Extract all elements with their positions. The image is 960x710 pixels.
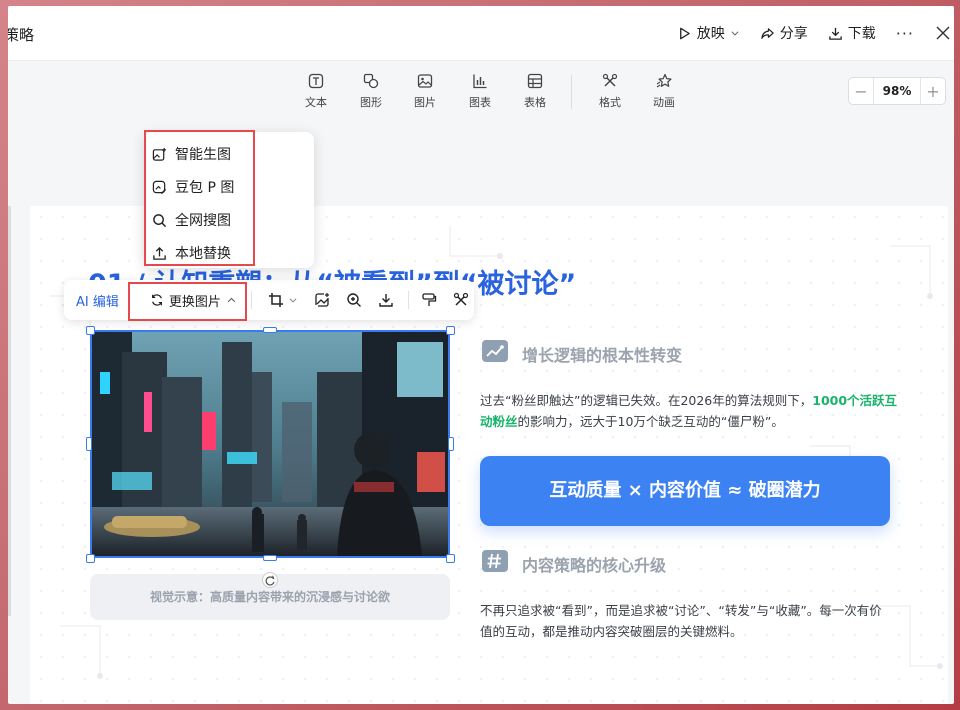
download-icon[interactable] [378, 292, 394, 308]
tool-label: 图片 [414, 96, 436, 109]
strategy-section-icon [482, 550, 508, 572]
tool-label: 格式 [599, 96, 621, 109]
image-icon [417, 74, 433, 88]
share-label: 分享 [779, 26, 808, 42]
tool-image[interactable]: 图片 [405, 73, 445, 110]
tool-label: 动画 [653, 96, 675, 109]
tool-label: 图表 [469, 96, 491, 109]
play-icon [679, 27, 690, 39]
left-scrollbar[interactable] [8, 206, 11, 616]
zoom-value[interactable]: 98% [873, 78, 921, 104]
hashtag-icon [487, 553, 501, 569]
resize-handle-top[interactable] [263, 327, 277, 333]
section-paragraph[interactable]: 过去“粉丝即触达”的逻辑已失效。在2026年的算法规则下，1000个活跃互动粉丝… [480, 390, 900, 432]
replace-button-highlight [128, 282, 247, 321]
tool-format[interactable]: 格式 [590, 73, 630, 110]
image-effect-icon[interactable] [314, 292, 330, 308]
tool-shape[interactable]: 图形 [351, 73, 391, 110]
tool-chart[interactable]: 图表 [460, 73, 500, 110]
title-bar-actions: 放映 分享 下载 ··· [677, 6, 954, 60]
animation-icon [656, 73, 672, 88]
close-icon[interactable] [936, 26, 950, 40]
resize-handle-bottom-left[interactable] [86, 554, 95, 563]
download-icon [828, 27, 842, 40]
app-window: 策略 放映 分享 下载 ··· 文本 图形 图片 图表 表格 格式 动画 − 9… [8, 6, 954, 704]
resize-handle-top-left[interactable] [86, 326, 95, 335]
resize-handle-bottom[interactable] [263, 555, 277, 561]
zoom-in-button[interactable]: + [921, 82, 945, 101]
paragraph-text: 过去“粉丝即触达”的逻辑已失效。在2026年的算法规则下， [480, 393, 813, 408]
resize-handle-left[interactable] [86, 437, 92, 451]
table-icon [527, 73, 543, 89]
format-icon [602, 73, 618, 87]
insert-toolbar: 文本 图形 图片 图表 表格 格式 动画 − 98% + [8, 60, 954, 124]
tool-label: 图形 [360, 96, 382, 109]
cyberpunk-city-image [92, 332, 448, 556]
download-label: 下载 [847, 26, 876, 42]
zoom-out-button[interactable]: − [849, 82, 873, 101]
resize-handle-bottom-right[interactable] [446, 554, 455, 563]
more-button[interactable]: ··· [896, 24, 914, 43]
tool-label: 表格 [524, 96, 546, 109]
ai-edit-button[interactable]: AI 编辑 [76, 291, 119, 310]
formula-banner[interactable]: 互动质量 × 内容价值 ≈ 破圈潜力 [480, 456, 890, 526]
paragraph-text: 的影响力，远大于10万个缺乏互动的“僵尸粉”。 [517, 414, 784, 429]
image-chart-icon [486, 345, 504, 357]
share-icon [761, 27, 774, 39]
chart-icon [473, 74, 487, 89]
chevron-down-icon[interactable] [288, 295, 298, 305]
section-heading[interactable]: 增长逻辑的根本性转变 [522, 342, 682, 366]
growth-section-icon [482, 340, 508, 362]
rotate-handle[interactable] [262, 572, 278, 588]
present-button[interactable]: 放映 [677, 23, 740, 43]
present-label: 放映 [696, 26, 725, 42]
toolbar-divider [250, 291, 252, 309]
resize-handle-right[interactable] [448, 437, 454, 451]
tool-animation[interactable]: 动画 [644, 73, 684, 110]
toolbar-divider [571, 75, 572, 109]
zoom-control: − 98% + [848, 77, 946, 105]
crop-icon[interactable] [268, 292, 284, 308]
text-icon [308, 73, 324, 89]
section-heading[interactable]: 内容策略的核心升级 [522, 552, 666, 576]
style-icon[interactable] [453, 292, 469, 308]
download-button[interactable]: 下载 [828, 23, 876, 43]
format-painter-icon[interactable] [421, 292, 437, 308]
toolbar-divider [407, 291, 409, 309]
resize-handle-top-right[interactable] [446, 326, 455, 335]
tool-text[interactable]: 文本 [296, 73, 336, 110]
menu-highlight [144, 130, 255, 266]
zoom-in-icon[interactable] [346, 292, 362, 308]
rotate-icon [265, 575, 275, 586]
title-bar: 策略 放映 分享 下载 ··· [8, 6, 954, 60]
image-floating-toolbar: AI 编辑 更换图片 [64, 280, 474, 320]
tool-label: 文本 [305, 96, 327, 109]
chevron-down-icon [731, 31, 739, 36]
section-paragraph[interactable]: 不再只追求被“看到”，而是追求被“讨论”、“转发”与“收藏”。每一次有价值的互动… [480, 600, 884, 642]
share-button[interactable]: 分享 [760, 23, 808, 43]
selected-slide-image[interactable] [90, 330, 450, 558]
document-title[interactable]: 策略 [8, 24, 34, 45]
tool-table[interactable]: 表格 [515, 73, 555, 110]
shape-icon [363, 73, 379, 89]
